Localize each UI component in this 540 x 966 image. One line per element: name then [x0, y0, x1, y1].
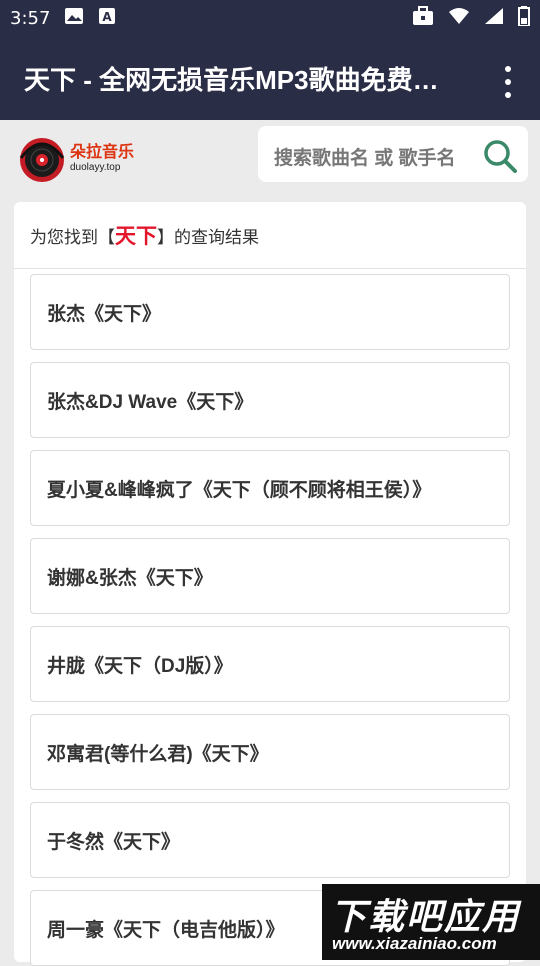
list-item[interactable]: 于冬然《天下》: [30, 802, 510, 878]
signal-icon: [484, 7, 504, 30]
logo-title: 朵拉音乐: [70, 142, 135, 161]
song-title: 张杰《天下》: [47, 303, 162, 325]
results-header: 为您找到【 天下 】的查询结果: [14, 202, 526, 269]
a-icon: A: [98, 7, 116, 30]
list-item[interactable]: 邓寓君(等什么君)《天下》: [30, 714, 510, 790]
briefcase-icon: [412, 5, 434, 31]
watermark-text: 下载吧应用: [330, 896, 521, 937]
list-item[interactable]: 夏小夏&峰峰疯了《天下（顾不顾将相王侯）》: [30, 450, 510, 526]
vinyl-icon: [19, 138, 65, 182]
list-item[interactable]: 张杰《天下》: [30, 274, 510, 350]
header-row: 朵拉音乐 duolayy.top 搜索歌曲名 或 歌手名: [0, 120, 540, 200]
results-query: 天下: [115, 225, 157, 248]
search-input[interactable]: 搜索歌曲名 或 歌手名: [258, 126, 528, 182]
battery-icon: [518, 5, 530, 31]
song-title: 周一豪《天下（电吉他版）》: [47, 919, 285, 941]
song-title: 于冬然《天下》: [47, 831, 181, 853]
list-item[interactable]: 谢娜&张杰《天下》: [30, 538, 510, 614]
watermark-url: www.xiazainiao.com: [332, 934, 497, 953]
app-title: 天下 - 全网无损音乐MP3歌曲免费…: [24, 64, 439, 95]
watermark: 下载吧应用 www.xiazainiao.com: [322, 884, 540, 960]
list-item[interactable]: 张杰&DJ Wave《天下》: [30, 362, 510, 438]
song-title: 井胧《天下（DJ版）》: [47, 655, 233, 677]
more-vert-icon[interactable]: [496, 66, 520, 98]
site-logo[interactable]: 朵拉音乐 duolayy.top: [18, 130, 138, 186]
wifi-icon: [448, 7, 470, 30]
svg-text:A: A: [103, 10, 113, 24]
search-icon[interactable]: [482, 138, 518, 174]
search-placeholder: 搜索歌曲名 或 歌手名: [274, 148, 456, 169]
song-title: 谢娜&张杰《天下》: [47, 567, 213, 589]
results-suffix: 】的查询结果: [157, 227, 259, 247]
status-bar: 3:57 A: [0, 0, 540, 36]
app-bar: 天下 - 全网无损音乐MP3歌曲免费…: [0, 36, 540, 120]
song-title: 张杰&DJ Wave《天下》: [47, 391, 254, 413]
results-prefix: 为您找到【: [30, 227, 115, 247]
song-title: 夏小夏&峰峰疯了《天下（顾不顾将相王侯）》: [47, 479, 432, 501]
song-title: 邓寓君(等什么君)《天下》: [47, 743, 269, 765]
status-time: 3:57: [10, 7, 51, 29]
list-item[interactable]: 井胧《天下（DJ版）》: [30, 626, 510, 702]
results-panel: 为您找到【 天下 】的查询结果 张杰《天下》 张杰&DJ Wave《天下》 夏小夏&…: [14, 202, 526, 966]
image-icon: [64, 7, 84, 30]
logo-domain: duolayy.top: [70, 162, 121, 173]
status-right: [412, 0, 530, 36]
